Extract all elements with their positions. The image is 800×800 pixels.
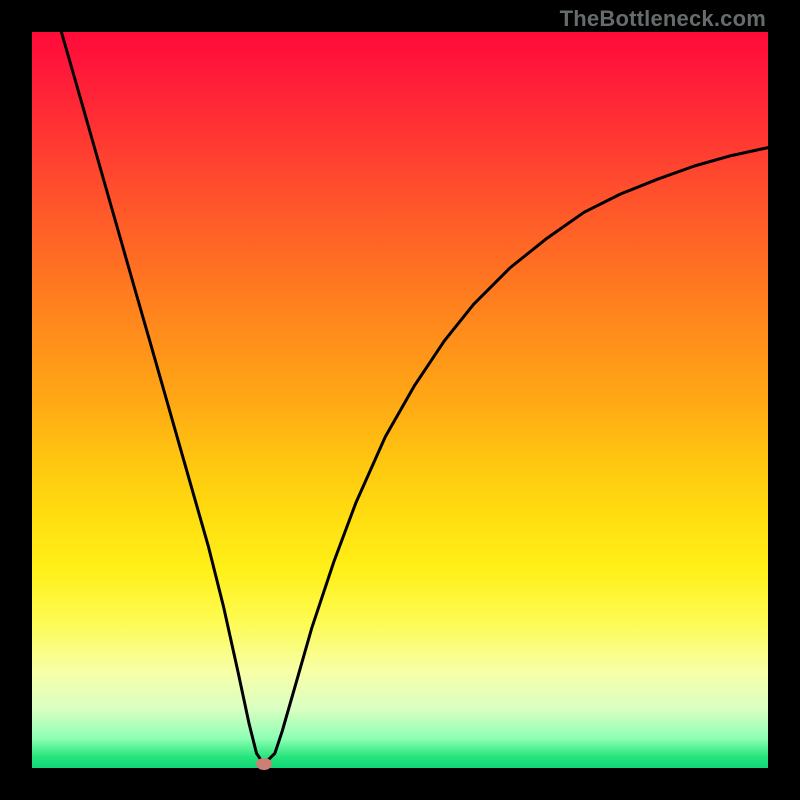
- bottleneck-curve: [32, 32, 768, 768]
- plot-area: [32, 32, 768, 768]
- chart-frame: TheBottleneck.com: [0, 0, 800, 800]
- optimal-point-marker: [256, 758, 272, 770]
- watermark-text: TheBottleneck.com: [560, 6, 766, 32]
